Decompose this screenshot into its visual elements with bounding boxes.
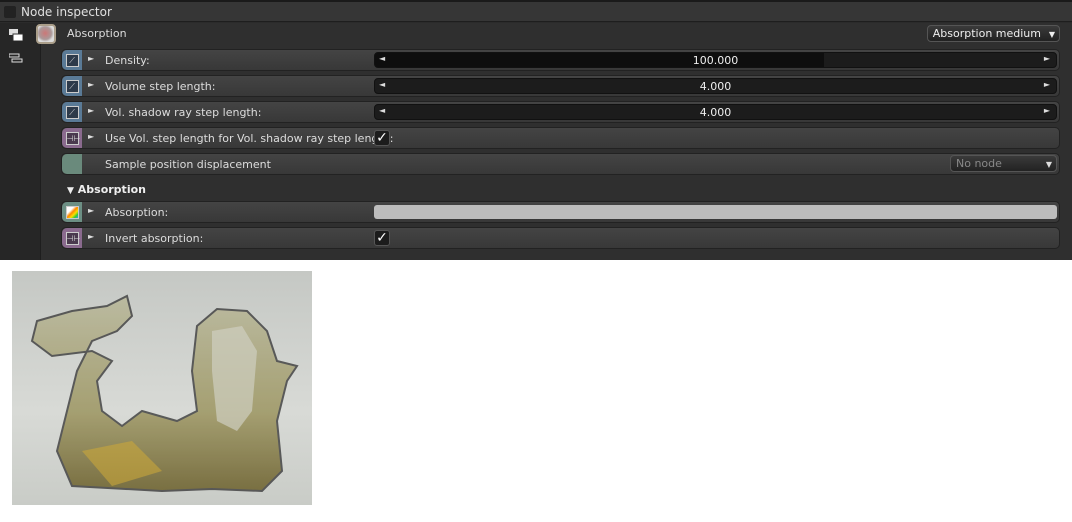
- displacement-label: Sample position displacement: [105, 158, 271, 171]
- absorption-color-swatch[interactable]: [374, 205, 1057, 219]
- dragon-illustration: [30, 294, 299, 493]
- collapse-icon: ▼: [67, 186, 74, 196]
- shadow-step-label: Vol. shadow ray step length:: [105, 106, 262, 119]
- title-bar: Node inspector: [0, 2, 1072, 22]
- node-name: Absorption: [67, 27, 127, 40]
- panel-title: Node inspector: [21, 4, 112, 19]
- displacement-row: Sample position displacement No node ▼: [61, 153, 1060, 175]
- shadow-step-value: 4.000: [699, 106, 732, 119]
- expand-icon[interactable]: ►: [88, 106, 94, 115]
- increment-icon[interactable]: ►: [1044, 80, 1050, 89]
- panel-menu-icon[interactable]: [4, 5, 16, 18]
- volume-step-slider[interactable]: ◄ 4.000 ►: [374, 78, 1057, 94]
- volume-step-row: ⟋ ► Volume step length: ◄ 4.000 ►: [61, 75, 1060, 97]
- color-pin[interactable]: [62, 202, 82, 222]
- density-row: ⟋ ► Density: ◄ 100.000 ►: [61, 49, 1060, 71]
- invert-absorption-label: Invert absorption:: [105, 232, 204, 245]
- density-value: 100.000: [692, 54, 739, 67]
- section-title: Absorption: [77, 183, 146, 196]
- windows-icon[interactable]: [9, 29, 23, 41]
- bool-icon: ⊣⊢: [65, 231, 81, 245]
- float-pin[interactable]: ⟋: [62, 102, 82, 122]
- bool-pin[interactable]: ⊣⊢: [62, 128, 82, 148]
- dragon-render-image: [12, 271, 312, 505]
- bool-pin[interactable]: ⊣⊢: [62, 228, 82, 248]
- chevron-down-icon: ▼: [1048, 30, 1055, 39]
- volume-step-value: 4.000: [699, 80, 732, 93]
- displacement-value: No node: [956, 157, 1002, 170]
- bool-icon: ⊣⊢: [65, 131, 81, 145]
- list-icon[interactable]: [9, 53, 23, 65]
- side-toolbar: [0, 23, 40, 260]
- float-icon: ⟋: [65, 79, 79, 93]
- expand-icon[interactable]: ►: [88, 80, 94, 89]
- expand-icon[interactable]: ►: [88, 206, 94, 215]
- expand-icon[interactable]: ►: [88, 54, 94, 63]
- float-icon: ⟋: [65, 53, 79, 67]
- absorption-label: Absorption:: [105, 206, 169, 219]
- use-vol-step-label: Use Vol. step length for Vol. shadow ray…: [105, 132, 394, 145]
- invert-absorption-row: ⊣⊢ ► Invert absorption: ✓: [61, 227, 1060, 249]
- density-label: Density:: [105, 54, 150, 67]
- increment-icon[interactable]: ►: [1044, 54, 1050, 63]
- color-icon: [65, 205, 79, 219]
- use-vol-step-row: ⊣⊢ ► Use Vol. step length for Vol. shado…: [61, 127, 1060, 149]
- expand-icon[interactable]: ►: [88, 132, 94, 141]
- shadow-step-slider[interactable]: ◄ 4.000 ►: [374, 104, 1057, 120]
- absorption-section-header[interactable]: ▼ Absorption: [67, 183, 146, 196]
- use-vol-step-checkbox[interactable]: ✓: [374, 130, 390, 146]
- shadow-step-row: ⟋ ► Vol. shadow ray step length: ◄ 4.000 ►: [61, 101, 1060, 123]
- density-slider[interactable]: ◄ 100.000 ►: [374, 52, 1057, 68]
- float-pin[interactable]: ⟋: [62, 76, 82, 96]
- chevron-down-icon: ▼: [1045, 160, 1052, 169]
- node-inspector-panel: Node inspector Absorption Absorption med…: [0, 0, 1072, 260]
- node-thumbnail-icon[interactable]: [36, 24, 56, 44]
- float-icon: ⟋: [65, 105, 79, 119]
- displacement-dropdown[interactable]: No node ▼: [950, 155, 1057, 172]
- texture-pin[interactable]: [62, 154, 82, 174]
- node-type-dropdown[interactable]: Absorption medium ▼: [926, 25, 1060, 42]
- volume-step-label: Volume step length:: [105, 80, 216, 93]
- absorption-row: ► Absorption:: [61, 201, 1060, 223]
- node-header: Absorption Absorption medium ▼: [36, 23, 1072, 45]
- float-pin[interactable]: ⟋: [62, 50, 82, 70]
- invert-absorption-checkbox[interactable]: ✓: [374, 230, 390, 246]
- expand-icon[interactable]: ►: [88, 232, 94, 241]
- inspector-body: Absorption Absorption medium ▼ ⟋ ► Densit…: [36, 23, 1072, 260]
- increment-icon[interactable]: ►: [1044, 106, 1050, 115]
- node-type-value: Absorption medium: [932, 27, 1041, 40]
